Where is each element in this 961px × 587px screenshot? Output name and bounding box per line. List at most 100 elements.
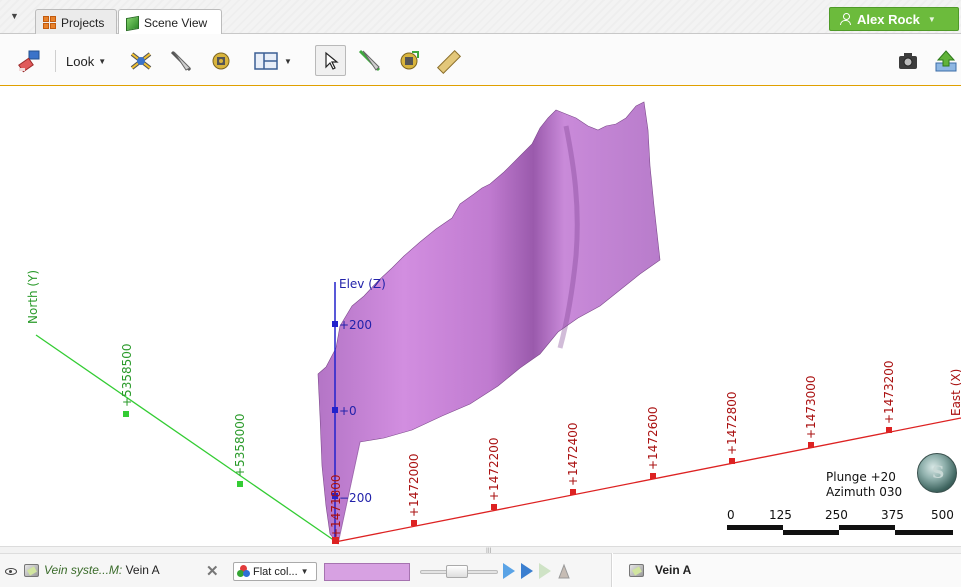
user-icon: [840, 13, 851, 25]
pane-splitter[interactable]: |||: [0, 546, 961, 555]
cursor-arrow-icon: [324, 51, 339, 70]
scale-label: 375: [881, 508, 904, 522]
orientation-readout: Plunge +20 Azimuth 030: [826, 470, 902, 500]
east-tick-label: +1473200: [882, 361, 896, 425]
north-tick-marker: [237, 481, 243, 487]
upload-arrow-icon: [935, 50, 957, 72]
object-prefix: Vein syste...M:: [44, 563, 123, 577]
east-tick-label: +1473000: [804, 376, 818, 440]
tab-bar: ▼ Projects Scene View Alex Rock ▼: [0, 0, 961, 36]
user-account-button[interactable]: Alex Rock ▼: [829, 7, 959, 31]
look-label: Look: [66, 53, 95, 69]
rotate-view-icon: [130, 52, 152, 70]
east-tick-marker: [729, 458, 735, 464]
clear-scene-button[interactable]: [15, 48, 43, 74]
draw-clip-button[interactable]: [395, 48, 423, 74]
shape-list-row[interactable]: Vein syste...M: Vein A ✕ Flat col... ▼: [0, 554, 612, 587]
remove-object-icon[interactable]: ✕: [206, 562, 219, 580]
tab-projects-label: Projects: [61, 15, 105, 30]
compass-letter: S: [932, 463, 945, 483]
chevron-down-icon: ▼: [284, 56, 292, 66]
scale-segment: [783, 530, 839, 535]
colour-swatch[interactable]: [324, 563, 410, 581]
scene-canvas: +5358500 +5358000 North (Y) Elev (Z) +20…: [26, 101, 961, 545]
knife-icon: [170, 50, 192, 72]
slice-tool-button[interactable]: [167, 48, 195, 74]
scale-segment: [895, 530, 953, 535]
legend-icon[interactable]: [557, 563, 571, 579]
upload-button[interactable]: [933, 48, 959, 74]
north-tick-marker: [123, 411, 129, 417]
ruler-icon: [436, 49, 462, 74]
scale-label: 500: [931, 508, 954, 522]
clip-box-button[interactable]: [207, 48, 235, 74]
tab-scene-view-label: Scene View: [144, 16, 208, 30]
select-tool-button[interactable]: [315, 45, 346, 76]
layout-dropdown[interactable]: ▼: [248, 48, 298, 74]
north-tick-label: +5358000: [233, 414, 247, 478]
tab-projects[interactable]: Projects: [35, 9, 117, 35]
east-tick-label: +1472000: [407, 454, 421, 518]
origin-tick-label: +1471800: [329, 475, 343, 539]
toolbar-separator: [55, 50, 56, 72]
visibility-eye-icon[interactable]: [5, 568, 17, 575]
east-tick-marker: [491, 504, 497, 510]
opacity-slider-handle[interactable]: [446, 565, 468, 578]
gear-box-green-icon: [400, 51, 419, 70]
elev-tick-marker: [332, 321, 338, 327]
east-tick-marker: [886, 427, 892, 433]
look-dropdown[interactable]: Look ▼: [66, 48, 106, 74]
scale-label: 0: [727, 508, 735, 522]
pen-line-icon: [358, 49, 381, 72]
scene-toolbar: Look ▼ ▼: [0, 34, 961, 86]
filter-triangle-icon[interactable]: [503, 563, 515, 579]
elev-axis-label: Elev (Z): [339, 277, 386, 291]
elev-tick-label: +0: [339, 404, 357, 418]
user-caret-icon: ▼: [927, 14, 936, 24]
measure-button[interactable]: [435, 48, 463, 74]
elev-tick-label: −200: [339, 491, 372, 505]
north-axis-label: North (Y): [26, 270, 40, 324]
east-tick-marker: [570, 489, 576, 495]
scale-label: 125: [769, 508, 792, 522]
projects-grid-icon: [43, 16, 56, 29]
compass-globe-icon[interactable]: S: [917, 453, 957, 493]
draw-line-button[interactable]: [355, 48, 385, 74]
east-tick-label: +1472400: [566, 423, 580, 487]
east-tick-marker: [650, 473, 656, 479]
split-view-icon: [254, 52, 278, 70]
north-axis-line: [35, 334, 336, 542]
east-tick-label: +1472200: [487, 438, 501, 502]
north-tick-label: +5358500: [120, 344, 134, 408]
elev-tick-marker: [332, 407, 338, 413]
vein-object-icon: [24, 564, 39, 577]
vein-object-icon: [629, 564, 644, 577]
colour-mode-icon: [237, 565, 250, 578]
tab-menu-caret[interactable]: ▼: [10, 11, 19, 21]
east-tick-marker: [411, 520, 417, 526]
scale-label: 250: [825, 508, 848, 522]
scene-cube-icon: [126, 15, 139, 31]
filter-triangle-icon[interactable]: [521, 563, 533, 579]
camera-icon: [899, 53, 917, 69]
chevron-down-icon: ▼: [98, 56, 107, 66]
east-tick-label: +1472800: [725, 392, 739, 456]
eraser-icon: [18, 50, 40, 73]
east-axis-label: East (X): [949, 369, 961, 416]
azimuth-text: Azimuth 030: [826, 485, 903, 499]
filter-triangle-icon[interactable]: [539, 563, 551, 579]
screenshot-button[interactable]: [895, 48, 921, 74]
object-label: Vein A: [125, 563, 160, 577]
east-tick-marker: [808, 442, 814, 448]
scale-segment: [727, 525, 783, 530]
colour-mode-dropdown[interactable]: Flat col... ▼: [233, 562, 317, 581]
plunge-text: Plunge +20: [826, 470, 896, 484]
chevron-down-icon: ▼: [300, 567, 309, 576]
properties-title: Vein A: [655, 563, 692, 577]
tab-scene-view[interactable]: Scene View: [118, 9, 222, 36]
application-window: ▼ Projects Scene View Alex Rock ▼ Look ▼: [0, 0, 961, 587]
object-name: Vein syste...M: Vein A: [44, 563, 160, 577]
gear-box-icon: [212, 52, 230, 70]
view-orientation-button[interactable]: [127, 48, 155, 74]
scene-viewport[interactable]: +5358500 +5358000 North (Y) Elev (Z) +20…: [0, 86, 961, 546]
